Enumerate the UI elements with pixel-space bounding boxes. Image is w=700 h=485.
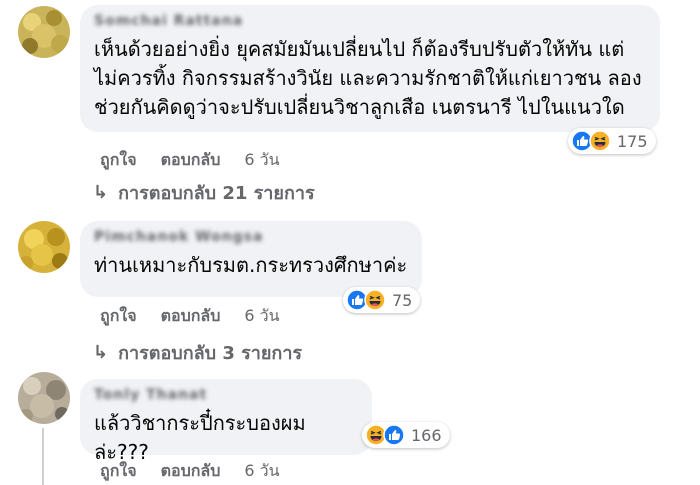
- haha-icon: [589, 130, 611, 152]
- view-replies-label: การตอบกลับ 21 รายการ: [118, 183, 315, 204]
- reply-link[interactable]: ตอบกลับ: [161, 459, 221, 484]
- like-icon: [383, 424, 405, 446]
- avatar[interactable]: [18, 372, 70, 424]
- comment-time[interactable]: 6 วัน: [244, 304, 279, 329]
- reaction-summary[interactable]: 75: [343, 287, 421, 313]
- reaction-count: 75: [392, 290, 413, 310]
- comment-author[interactable]: Somchai Rattana: [94, 13, 646, 33]
- view-replies[interactable]: ↳ การตอบกลับ 3 รายการ: [93, 338, 302, 367]
- comment-author[interactable]: Tonly Thanat: [94, 387, 358, 407]
- reply-link[interactable]: ตอบกลับ: [161, 148, 221, 173]
- avatar[interactable]: [18, 221, 70, 273]
- comment-actions: ถูกใจ ตอบกลับ 6 วัน: [100, 148, 280, 173]
- like-link[interactable]: ถูกใจ: [100, 148, 137, 173]
- comment-text: เห็นด้วยอย่างยิ่ง ยุคสมัยมันเปลี่ยนไป ก็…: [94, 37, 642, 119]
- like-link[interactable]: ถูกใจ: [100, 304, 137, 329]
- comment-bubble: Somchai Rattana เห็นด้วยอย่างยิ่ง ยุคสมั…: [80, 5, 660, 132]
- comment-text: ท่านเหมาะกับรมต.กระทรวงศึกษาค่ะ: [94, 253, 408, 277]
- reply-arrow-icon: ↳: [93, 182, 109, 203]
- comment-bubble: Tonly Thanat แล้ววิชากระปี๋กระบองผมล่ะ??…: [80, 379, 372, 464]
- haha-icon: [364, 289, 386, 311]
- view-replies-label: การตอบกลับ 3 รายการ: [118, 343, 303, 364]
- reaction-count: 166: [411, 425, 442, 445]
- reply-link[interactable]: ตอบกลับ: [161, 304, 221, 329]
- comment-time[interactable]: 6 วัน: [244, 459, 279, 484]
- view-replies[interactable]: ↳ การตอบกลับ 21 รายการ: [93, 178, 315, 207]
- comment-actions: ถูกใจ ตอบกลับ 6 วัน: [100, 304, 280, 329]
- comment-time[interactable]: 6 วัน: [244, 148, 279, 173]
- reply-arrow-icon: ↳: [93, 342, 109, 363]
- comment-bubble: Pimchanok Wongsa ท่านเหมาะกับรมต.กระทรวง…: [80, 221, 422, 297]
- avatar[interactable]: [18, 6, 70, 58]
- reaction-summary[interactable]: 166: [362, 422, 450, 448]
- like-link[interactable]: ถูกใจ: [100, 459, 137, 484]
- comment-author[interactable]: Pimchanok Wongsa: [94, 229, 408, 249]
- thread-line: [42, 428, 44, 485]
- reaction-summary[interactable]: 175: [568, 128, 656, 154]
- reaction-count: 175: [617, 131, 648, 151]
- comment-actions: ถูกใจ ตอบกลับ 6 วัน: [100, 459, 280, 484]
